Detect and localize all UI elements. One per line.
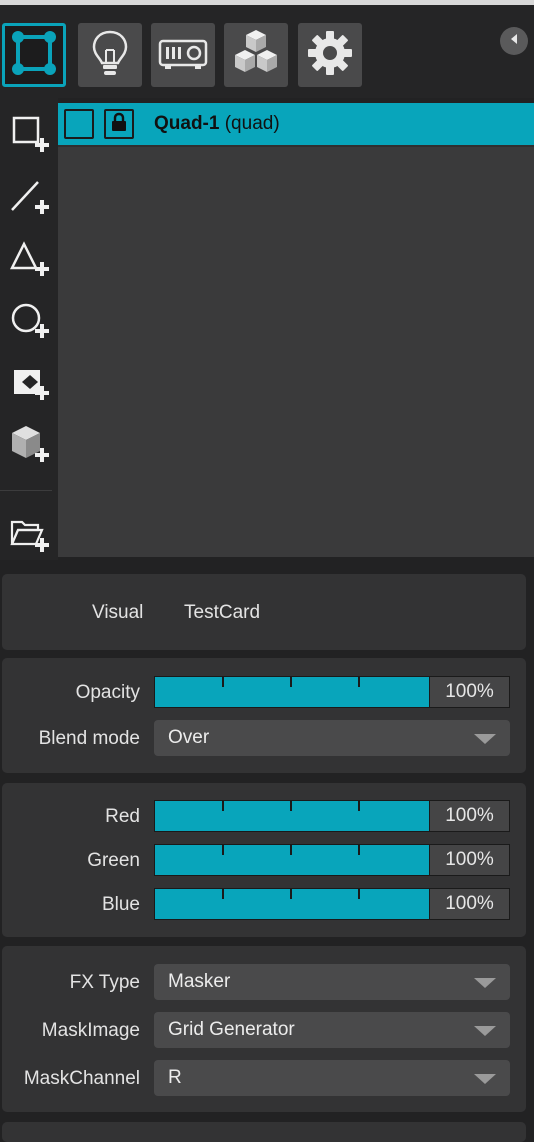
lock-icon (110, 112, 128, 137)
chevron-down-icon (474, 734, 496, 744)
add-from-folder-icon (6, 510, 54, 558)
projector-icon (157, 33, 209, 78)
opacity-label: Opacity (75, 682, 140, 703)
objects-tab[interactable] (224, 23, 288, 87)
layer-lock-toggle[interactable] (104, 109, 134, 139)
slider-tick (222, 889, 224, 899)
red-value[interactable]: 100% (429, 800, 510, 832)
layer-visibility-toggle[interactable] (64, 109, 94, 139)
layer-label: Quad-1 (quad) (154, 113, 280, 135)
blend-mode-label: Blend mode (38, 728, 140, 749)
slider-fill (154, 844, 430, 876)
red-slider[interactable]: 100% (154, 800, 510, 832)
slider-tick (222, 677, 224, 687)
mask-channel-label: MaskChannel (23, 1068, 140, 1089)
layer-type: (quad) (224, 113, 280, 134)
add-3d-object-button[interactable] (6, 420, 54, 468)
add-mask-icon (6, 358, 54, 406)
opacity-value[interactable]: 100% (429, 676, 510, 708)
cubes-icon (229, 26, 283, 85)
mask-image-dropdown[interactable]: Grid Generator (154, 1012, 510, 1048)
layer-list: Quad-1 (quad) (58, 103, 534, 557)
slider-fill (154, 888, 430, 920)
next-panel-edge (2, 1122, 526, 1142)
chevron-down-icon (474, 978, 496, 988)
color-panel: Red 100% Green 100% Blue 100% (2, 783, 526, 937)
blend-mode-value: Over (168, 727, 210, 748)
chevron-down-icon (474, 1074, 496, 1084)
fx-type-label: FX Type (69, 972, 140, 993)
triangle-left-icon (509, 32, 519, 50)
slider-tick (222, 801, 224, 811)
mask-channel-dropdown[interactable]: R (154, 1060, 510, 1096)
layer-name: Quad-1 (154, 113, 220, 134)
chevron-down-icon (474, 1026, 496, 1036)
add-mask-button[interactable] (6, 358, 54, 406)
slider-tick (290, 677, 292, 687)
add-circle-button[interactable] (6, 296, 54, 344)
visual-label: Visual (92, 602, 144, 623)
fx-type-dropdown[interactable]: Masker (154, 964, 510, 1000)
slider-tick (222, 845, 224, 855)
add-line-icon (6, 172, 54, 220)
green-label: Green (87, 850, 140, 871)
shape-tools-column (0, 98, 58, 560)
lights-tab[interactable] (78, 23, 142, 87)
add-3d-object-icon (6, 420, 54, 468)
blue-slider[interactable]: 100% (154, 888, 510, 920)
slider-tick (290, 801, 292, 811)
gear-icon (306, 29, 354, 82)
slider-tick (358, 889, 360, 899)
green-value[interactable]: 100% (429, 844, 510, 876)
layer-divider (58, 145, 534, 147)
blue-label: Blue (101, 894, 140, 915)
settings-tab[interactable] (298, 23, 362, 87)
tools-separator (0, 490, 52, 491)
slider-fill (154, 676, 430, 708)
add-quad-icon (6, 110, 54, 158)
shape-editor-icon (9, 28, 59, 83)
fx-type-value: Masker (168, 971, 231, 992)
add-triangle-button[interactable] (6, 234, 54, 282)
opacity-panel: Opacity 100% Blend mode Over (2, 658, 526, 773)
mask-image-value: Grid Generator (168, 1019, 295, 1040)
red-label: Red (105, 806, 140, 827)
add-quad-button[interactable] (6, 110, 54, 158)
layer-row[interactable]: Quad-1 (quad) (58, 103, 534, 145)
slider-tick (290, 889, 292, 899)
add-from-folder-button[interactable] (6, 510, 54, 558)
slider-fill (154, 800, 430, 832)
projector-tab[interactable] (151, 23, 215, 87)
green-slider[interactable]: 100% (154, 844, 510, 876)
blend-mode-dropdown[interactable]: Over (154, 720, 510, 756)
add-triangle-icon (6, 234, 54, 282)
slider-tick (290, 845, 292, 855)
slider-tick (358, 845, 360, 855)
slider-tick (358, 801, 360, 811)
collapse-panel-button[interactable] (500, 27, 528, 55)
blue-value[interactable]: 100% (429, 888, 510, 920)
add-circle-icon (6, 296, 54, 344)
fx-panel: FX Type Masker MaskImage Grid Generator … (2, 946, 526, 1112)
lightbulb-icon (88, 28, 132, 83)
visual-panel: Visual TestCard (2, 574, 526, 650)
mask-channel-value: R (168, 1067, 182, 1088)
add-line-button[interactable] (6, 172, 54, 220)
visual-value[interactable]: TestCard (184, 602, 260, 624)
opacity-slider[interactable]: 100% (154, 676, 510, 708)
top-toolbar (0, 5, 534, 98)
slider-tick (358, 677, 360, 687)
shape-editor-tab[interactable] (2, 23, 66, 87)
mask-image-label: MaskImage (41, 1020, 140, 1041)
